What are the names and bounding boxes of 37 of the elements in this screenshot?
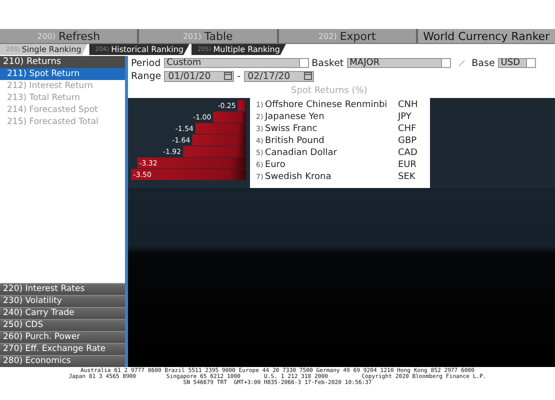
app-title: World Currency Ranker xyxy=(418,29,555,43)
base-dropdown[interactable]: USD xyxy=(498,58,536,68)
currency-code: SEK xyxy=(398,171,416,183)
sidebar-section[interactable]: 260) Purch. Power xyxy=(0,331,125,343)
currency-name: Japanese Yen xyxy=(265,111,326,123)
currency-code: JPY xyxy=(398,111,412,123)
range-label: Range xyxy=(131,70,162,82)
base-label: Base xyxy=(472,58,495,68)
calendar-icon[interactable] xyxy=(224,72,232,80)
period-label: Period xyxy=(131,58,161,68)
sidebar-header[interactable]: 210) Returns xyxy=(0,56,125,68)
currency-code: EUR xyxy=(398,159,417,171)
currency-name: Swedish Krona xyxy=(265,171,332,183)
sidebar-section[interactable]: 250) CDS xyxy=(0,319,125,331)
currency-code: CHF xyxy=(398,123,416,135)
sidebar-section[interactable]: 270) Eff. Exchange Rate xyxy=(0,343,125,355)
currency-name: Offshore Chinese Renminbi xyxy=(265,99,388,111)
sidebar-section[interactable]: 230) Volatility xyxy=(0,295,125,307)
range-separator: - xyxy=(237,70,241,82)
start-date-field[interactable]: 01/01/20 xyxy=(164,70,234,82)
currency-code: GBP xyxy=(398,135,417,147)
sidebar-section[interactable]: 240) Carry Trade xyxy=(0,307,125,319)
currency-name: Euro xyxy=(265,159,286,171)
currency-code: CAD xyxy=(398,147,418,159)
basket-label: Basket xyxy=(312,58,344,68)
currency-name: British Pound xyxy=(265,135,326,147)
currency-name: Swiss Franc xyxy=(265,123,318,135)
end-date-field[interactable]: 02/17/20 xyxy=(244,70,314,82)
chart-title: Spot Returns (%) xyxy=(291,86,368,96)
calendar-icon[interactable] xyxy=(304,72,312,80)
sidebar-item[interactable]: 211) Spot Return xyxy=(0,68,125,80)
currency-name: Canadian Dollar xyxy=(265,147,338,159)
period-dropdown[interactable]: Custom xyxy=(164,58,309,68)
sidebar-section[interactable]: 280) Economics xyxy=(0,355,125,367)
sidebar-section[interactable]: 220) Interest Rates xyxy=(0,283,125,295)
basket-dropdown[interactable]: MAJOR xyxy=(346,58,451,68)
currency-code: CNH xyxy=(398,99,418,111)
